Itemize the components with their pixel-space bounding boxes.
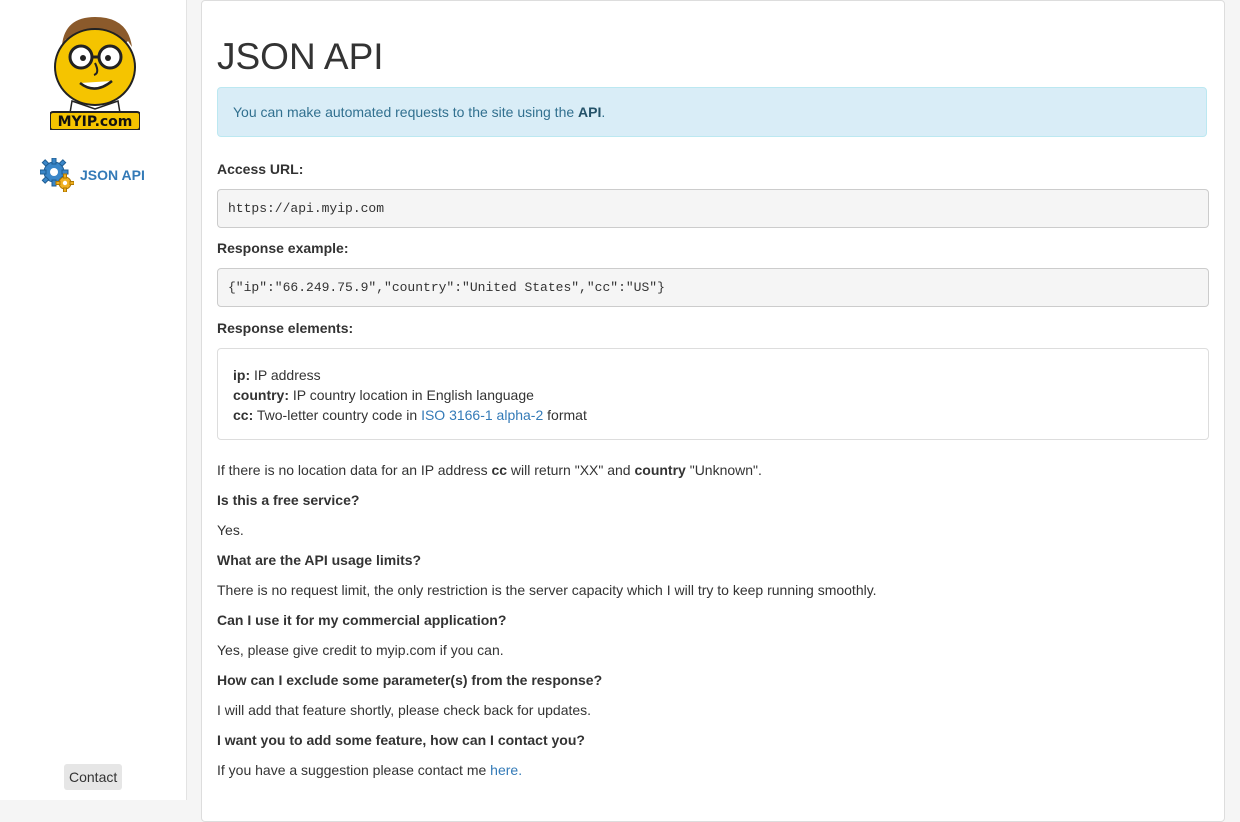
element-country-desc: IP country location in English language <box>289 387 534 403</box>
faq-answer: I will add that feature shortly, please … <box>217 702 592 718</box>
faq-question: Is this a free service? <box>217 492 360 508</box>
note-text-3: "Unknown". <box>685 462 762 478</box>
response-example-heading: Response example: <box>217 240 349 256</box>
myip-logo[interactable]: MYIP.com <box>49 15 141 131</box>
faq-question: How can I exclude some parameter(s) from… <box>217 672 603 688</box>
faq-answer: Yes. <box>217 522 244 538</box>
element-ip-desc: IP address <box>250 367 321 383</box>
note-text-2: will return "XX" and <box>507 462 635 478</box>
faq-answer-contact: If you have a suggestion please contact … <box>217 760 522 780</box>
iso-3166-link[interactable]: ISO 3166-1 alpha-2 <box>421 407 543 423</box>
faq-answer: Yes, please give credit to myip.com if y… <box>217 642 504 658</box>
note-bold-country: country <box>634 462 686 478</box>
sidebar: MYIP.com JSON API Contact <box>0 0 187 800</box>
svg-text:MYIP.com: MYIP.com <box>58 114 133 130</box>
element-country-key: country: <box>233 387 289 403</box>
info-alert: You can make automated requests to the s… <box>217 87 1207 137</box>
faq-question: What are the API usage limits? <box>217 552 422 568</box>
element-ip-key: ip: <box>233 367 251 383</box>
alert-api-text: API <box>578 104 602 120</box>
faq-question: Can I use it for my commercial applicati… <box>217 612 507 628</box>
no-location-note: If there is no location data for an IP a… <box>217 460 762 480</box>
response-example-code: {"ip":"66.249.75.9","country":"United St… <box>217 268 1209 307</box>
faq-question: I want you to add some feature, how can … <box>217 732 585 748</box>
element-cc-suffix: format <box>543 407 587 423</box>
element-cc-desc: Two-letter country code in <box>253 407 422 423</box>
note-text-1: If there is no location data for an IP a… <box>217 462 492 478</box>
element-cc: cc: Two-letter country code in ISO 3166-… <box>233 405 1193 425</box>
alert-text: You can make automated requests to the s… <box>233 104 575 120</box>
element-ip: ip: IP address <box>233 365 1193 385</box>
contact-button[interactable]: Contact <box>64 764 123 790</box>
gear-icon <box>40 158 74 192</box>
faq-answer-text: If you have a suggestion please contact … <box>217 762 491 778</box>
response-elements-list: ip: IP address country: IP country locat… <box>217 348 1209 440</box>
access-url-code: https://api.myip.com <box>217 189 1209 228</box>
nav-json-api-label: JSON API <box>80 167 145 183</box>
page-title: JSON API <box>217 36 384 77</box>
element-cc-key: cc: <box>233 407 254 423</box>
response-elements-heading: Response elements: <box>217 320 354 336</box>
contact-here-link[interactable]: here. <box>490 762 522 778</box>
element-country: country: IP country location in English … <box>233 385 1193 405</box>
main-panel: JSON API You can make automated requests… <box>201 0 1225 822</box>
access-url-heading: Access URL: <box>217 161 304 177</box>
alert-suffix: . <box>601 104 606 120</box>
note-bold-cc: cc <box>491 462 508 478</box>
faq-answer: There is no request limit, the only rest… <box>217 582 877 598</box>
nav-json-api[interactable]: JSON API <box>40 158 145 192</box>
